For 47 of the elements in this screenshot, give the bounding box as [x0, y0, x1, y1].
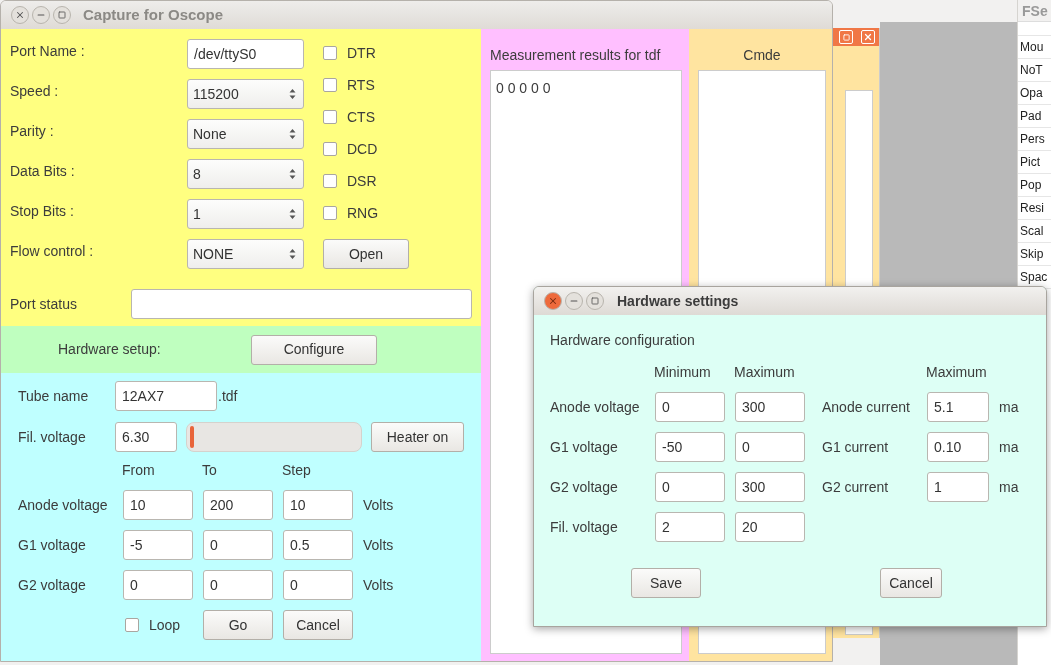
field-label: G1 voltage — [550, 437, 619, 457]
file-extension: .tdf — [218, 386, 238, 406]
column-header: From — [122, 461, 156, 480]
column-header: FSe — [1018, 0, 1051, 22]
field-label: Port status — [10, 294, 78, 314]
results-text: 0 0 0 0 0 — [496, 80, 551, 96]
unit-label: ma — [999, 477, 1019, 497]
field-label: Fil. voltage — [18, 427, 87, 447]
checkbox-label: DCD — [347, 139, 378, 159]
column-header: Maximum — [734, 363, 796, 382]
unit-label: Volts — [363, 495, 394, 515]
field-label: Port Name : — [10, 42, 86, 61]
field-label: Flow control : — [10, 242, 95, 261]
field-label: Fil. voltage — [550, 517, 619, 537]
section-heading: Hardware configuration — [550, 331, 696, 350]
field-label: Anode current — [822, 397, 911, 417]
unit-label: Volts — [363, 535, 394, 555]
unit-label: ma — [999, 437, 1019, 457]
field-label: Anode voltage — [18, 495, 109, 515]
checkbox-label: Loop — [149, 615, 181, 635]
field-label: G1 current — [822, 437, 890, 457]
checkbox-label: RTS — [347, 75, 375, 95]
checkbox-label: RNG — [347, 203, 379, 223]
field-label: G2 voltage — [550, 477, 619, 497]
field-label: Speed : — [10, 82, 60, 101]
panel-title: Measurement results for tdf — [490, 46, 662, 65]
window-title: Hardware settings — [617, 291, 739, 311]
column-header: To — [202, 461, 218, 480]
field-label: Parity : — [10, 122, 55, 141]
field-label: Tube name — [18, 386, 90, 406]
checkbox-label: DSR — [347, 171, 377, 191]
field-label: Stop Bits : — [10, 202, 75, 221]
column-header: Minimum — [654, 363, 712, 382]
window-title: Capture for Oscope — [83, 4, 224, 25]
checkbox-label: CTS — [347, 107, 375, 127]
field-label: G2 voltage — [18, 575, 87, 595]
unit-label: ma — [999, 397, 1019, 417]
field-label: Anode voltage — [550, 397, 641, 417]
checkbox-label: DTR — [347, 43, 376, 63]
panel-title: Cmde — [743, 46, 781, 65]
column-header: Step — [282, 461, 312, 480]
unit-label: Volts — [363, 575, 394, 595]
field-label: G2 current — [822, 477, 890, 497]
column-header: Maximum — [926, 363, 987, 382]
field-label: Data Bits : — [10, 162, 76, 181]
field-label: G1 voltage — [18, 535, 87, 555]
section-label: Hardware setup: — [58, 340, 162, 359]
